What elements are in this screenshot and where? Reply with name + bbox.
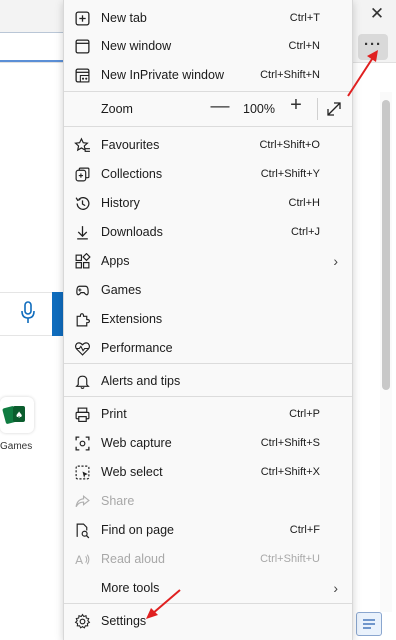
- menu-item-find-on-page[interactable]: Find on page Ctrl+F: [64, 515, 352, 544]
- menu-item-shortcut: Ctrl+P: [289, 407, 320, 420]
- zoom-value: 100%: [243, 102, 275, 116]
- menu-divider: [64, 363, 352, 364]
- favourites-icon: [72, 135, 92, 155]
- menu-item-shortcut: Ctrl+Shift+N: [260, 68, 320, 81]
- find-on-page-icon: [72, 520, 92, 540]
- menu-item-downloads[interactable]: Downloads Ctrl+J: [64, 217, 352, 246]
- menu-item-shortcut: Ctrl+Shift+X: [260, 465, 320, 478]
- inprivate-window-icon: [72, 65, 92, 85]
- microphone-icon[interactable]: [20, 300, 36, 326]
- zoom-out-button[interactable]: —: [209, 96, 231, 120]
- chevron-right-icon: ›: [333, 252, 338, 269]
- menu-item-shortcut: Ctrl+Shift+O: [259, 138, 320, 151]
- menu-item-label: Settings: [101, 613, 147, 628]
- menu-item-web-select[interactable]: Web select Ctrl+Shift+X: [64, 457, 352, 486]
- zoom-label: Zoom: [101, 102, 133, 116]
- cards-icon: ♠: [2, 406, 25, 424]
- web-select-icon: [72, 462, 92, 482]
- menu-item-new-window[interactable]: New window Ctrl+N: [64, 31, 352, 60]
- full-screen-icon[interactable]: [323, 98, 345, 120]
- chevron-right-icon: ›: [333, 579, 338, 596]
- menu-item-label: Read aloud: [101, 551, 165, 566]
- games-tile-label: Games: [0, 441, 33, 452]
- menu-item-favourites[interactable]: Favourites Ctrl+Shift+O: [64, 130, 352, 159]
- menu-item-shortcut: Ctrl+F: [289, 523, 320, 536]
- menu-item-label: New tab: [101, 10, 147, 25]
- menu-item-shortcut: Ctrl+J: [290, 225, 320, 238]
- menu-divider: [64, 126, 352, 127]
- address-bar[interactable]: [0, 32, 70, 62]
- menu-item-web-capture[interactable]: Web capture Ctrl+Shift+S: [64, 428, 352, 457]
- menu-item-label: Print: [101, 406, 127, 421]
- settings-and-more-button[interactable]: ···: [358, 34, 388, 60]
- share-icon: [72, 491, 92, 511]
- zoom-row: Zoom — 100% +: [64, 92, 352, 126]
- print-icon: [72, 404, 92, 424]
- read-aloud-icon: A: [72, 549, 92, 569]
- menu-item-label: Favourites: [101, 137, 160, 152]
- apps-icon: [72, 251, 92, 271]
- extensions-icon: [72, 309, 92, 329]
- menu-item-label: Web select: [101, 464, 163, 479]
- menu-item-history[interactable]: History Ctrl+H: [64, 188, 352, 217]
- menu-item-apps[interactable]: Apps ›: [64, 246, 352, 275]
- menu-item-label: History: [101, 195, 140, 210]
- menu-item-label: Share: [101, 493, 135, 508]
- menu-item-label: Collections: [101, 166, 163, 181]
- menu-item-label: Find on page: [101, 522, 174, 537]
- menu-item-new-inprivate-window[interactable]: New InPrivate window Ctrl+Shift+N: [64, 60, 352, 89]
- menu-item-shortcut: Ctrl+Shift+Y: [260, 167, 320, 180]
- close-window-icon[interactable]: ✕: [368, 4, 386, 26]
- bell-icon: [72, 371, 92, 391]
- menu-item-label: New window: [101, 38, 172, 53]
- menu-item-read-aloud: A Read aloud Ctrl+Shift+U: [64, 544, 352, 573]
- menu-item-shortcut: Ctrl+N: [288, 39, 320, 52]
- menu-item-shortcut: Ctrl+Shift+S: [260, 436, 320, 449]
- collections-icon: [72, 164, 92, 184]
- menu-item-label: More tools: [101, 580, 160, 595]
- menu-item-label: Performance: [101, 340, 173, 355]
- zoom-divider: [317, 98, 318, 120]
- menu-item-shortcut: Ctrl+Shift+U: [260, 552, 320, 565]
- menu-divider: [64, 603, 352, 604]
- menu-item-extensions[interactable]: Extensions: [64, 304, 352, 333]
- svg-text:♠: ♠: [15, 411, 23, 421]
- menu-item-shortcut: Ctrl+H: [288, 196, 320, 209]
- menu-item-shortcut: Ctrl+T: [289, 11, 320, 24]
- menu-item-more-tools[interactable]: More tools ›: [64, 573, 352, 602]
- menu-item-performance[interactable]: Performance: [64, 333, 352, 362]
- menu-item-share: Share: [64, 486, 352, 515]
- page-scrollbar-thumb[interactable]: [382, 100, 390, 390]
- menu-item-collections[interactable]: Collections Ctrl+Shift+Y: [64, 159, 352, 188]
- new-window-icon: [72, 36, 92, 56]
- downloads-icon: [72, 222, 92, 242]
- menu-item-settings[interactable]: Settings: [64, 606, 352, 635]
- performance-icon: [72, 338, 92, 358]
- games-tile[interactable]: ♠: [0, 397, 34, 433]
- new-tab-icon: [72, 8, 92, 28]
- menu-item-label: Web capture: [101, 435, 172, 450]
- zoom-in-button[interactable]: +: [285, 94, 307, 120]
- games-icon: [72, 280, 92, 300]
- menu-item-label: Extensions: [101, 311, 163, 326]
- svg-text:A: A: [75, 552, 83, 566]
- history-icon: [72, 193, 92, 213]
- menu-divider: [64, 396, 352, 397]
- sidebar-toggle-button[interactable]: [356, 612, 382, 636]
- menu-item-label: Alerts and tips: [101, 373, 181, 388]
- menu-item-label: New InPrivate window: [101, 67, 224, 82]
- menu-item-new-tab[interactable]: New tab Ctrl+T: [64, 3, 352, 32]
- menu-item-label: Downloads: [101, 224, 163, 239]
- settings-and-more-menu: New tab Ctrl+T New window Ctrl+N New InP…: [63, 0, 353, 640]
- menu-item-label: Games: [101, 282, 142, 297]
- menu-item-label: Apps: [101, 253, 130, 268]
- menu-item-alerts-and-tips[interactable]: Alerts and tips: [64, 366, 352, 395]
- menu-item-print[interactable]: Print Ctrl+P: [64, 399, 352, 428]
- settings-icon: [72, 611, 92, 631]
- web-capture-icon: [72, 433, 92, 453]
- menu-item-games[interactable]: Games: [64, 275, 352, 304]
